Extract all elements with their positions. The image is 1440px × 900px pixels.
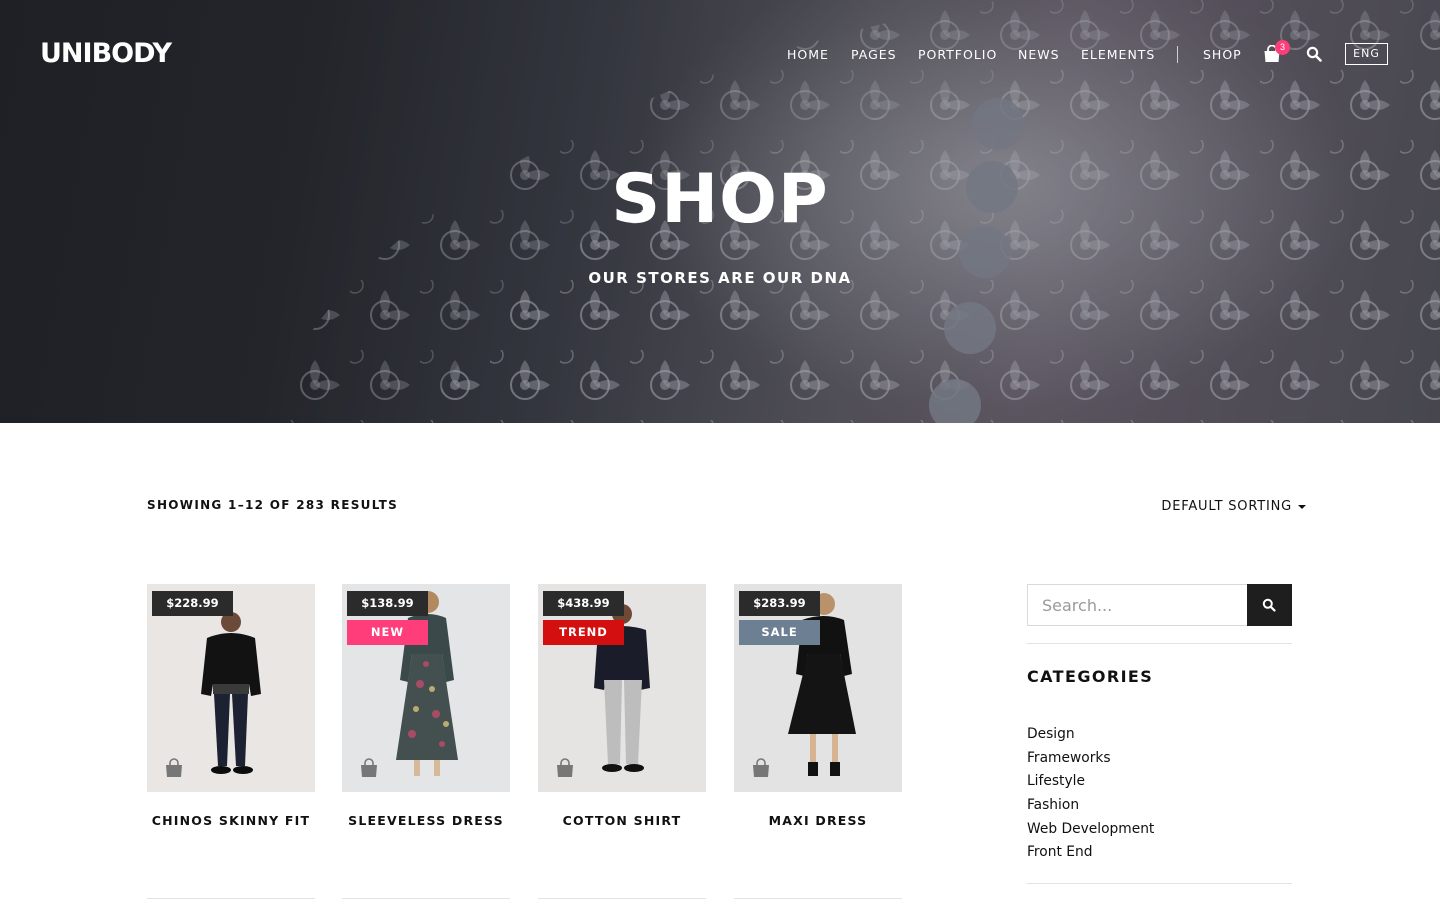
price-tag: $283.99 <box>739 591 820 616</box>
search-button[interactable] <box>1247 584 1292 626</box>
price-tag: $438.99 <box>543 591 624 616</box>
product-card: $138.99 NEW SLEEVELESS DRESS <box>342 584 510 828</box>
product-card: $438.99 TREND COTTON SHIRT <box>538 584 706 828</box>
category-link-lifestyle[interactable]: Lifestyle <box>1027 770 1154 794</box>
category-link-front-end[interactable]: Front End <box>1027 841 1154 865</box>
sorting-dropdown[interactable]: DEFAULT SORTING <box>1161 499 1306 514</box>
search-icon <box>1262 598 1276 612</box>
add-to-cart-icon[interactable] <box>359 758 379 778</box>
nav-news[interactable]: NEWS <box>1018 47 1060 62</box>
category-link-fashion[interactable]: Fashion <box>1027 794 1154 818</box>
divider <box>147 898 315 899</box>
chevron-down-icon <box>1298 504 1306 509</box>
divider <box>342 898 510 899</box>
add-to-cart-icon[interactable] <box>555 758 575 778</box>
product-image[interactable]: $283.99 SALE <box>734 584 902 792</box>
page-subtitle: OUR STORES ARE OUR DNA <box>588 269 852 287</box>
language-selector[interactable]: ENG <box>1345 43 1388 65</box>
nav-shop[interactable]: SHOP <box>1203 47 1242 62</box>
cart-count-badge: 3 <box>1275 40 1290 55</box>
category-link-frameworks[interactable]: Frameworks <box>1027 747 1154 771</box>
results-count: SHOWING 1–12 OF 283 RESULTS <box>147 498 399 512</box>
divider <box>538 898 706 899</box>
product-card: $228.99 CHINOS SKINNY FIT <box>147 584 315 828</box>
category-link-design[interactable]: Design <box>1027 723 1154 747</box>
product-image[interactable]: $438.99 TREND <box>538 584 706 792</box>
product-name[interactable]: SLEEVELESS DRESS <box>342 813 510 828</box>
product-name[interactable]: CHINOS SKINNY FIT <box>147 813 315 828</box>
sidebar-search-input[interactable] <box>1027 584 1247 626</box>
nav-pages[interactable]: PAGES <box>851 47 897 62</box>
search-icon[interactable] <box>1306 46 1322 62</box>
site-logo[interactable]: UNIBODY <box>40 38 172 69</box>
category-link-web-development[interactable]: Web Development <box>1027 818 1154 842</box>
divider <box>1027 643 1292 644</box>
product-name[interactable]: MAXI DRESS <box>734 813 902 828</box>
price-tag: $138.99 <box>347 591 428 616</box>
nav-home[interactable]: HOME <box>787 47 829 62</box>
nav-divider <box>1177 46 1178 63</box>
product-name[interactable]: COTTON SHIRT <box>538 813 706 828</box>
price-tag: $228.99 <box>152 591 233 616</box>
add-to-cart-icon[interactable] <box>751 758 771 778</box>
sorting-label: DEFAULT SORTING <box>1161 499 1292 514</box>
product-image[interactable]: $228.99 <box>147 584 315 792</box>
divider <box>734 898 902 899</box>
trend-badge: TREND <box>543 620 624 645</box>
product-card: $283.99 SALE MAXI DRESS <box>734 584 902 828</box>
categories-heading: CATEGORIES <box>1027 667 1154 686</box>
hero-banner: UNIBODY HOME PAGES PORTFOLIO NEWS ELEMEN… <box>0 0 1440 423</box>
sale-badge: SALE <box>739 620 820 645</box>
divider <box>1027 883 1292 884</box>
page-title: SHOP <box>611 160 829 239</box>
nav-portfolio[interactable]: PORTFOLIO <box>918 47 997 62</box>
new-badge: NEW <box>347 620 428 645</box>
categories-list: Design Frameworks Lifestyle Fashion Web … <box>1027 723 1154 865</box>
nav-elements[interactable]: ELEMENTS <box>1081 47 1155 62</box>
product-image[interactable]: $138.99 NEW <box>342 584 510 792</box>
add-to-cart-icon[interactable] <box>164 758 184 778</box>
